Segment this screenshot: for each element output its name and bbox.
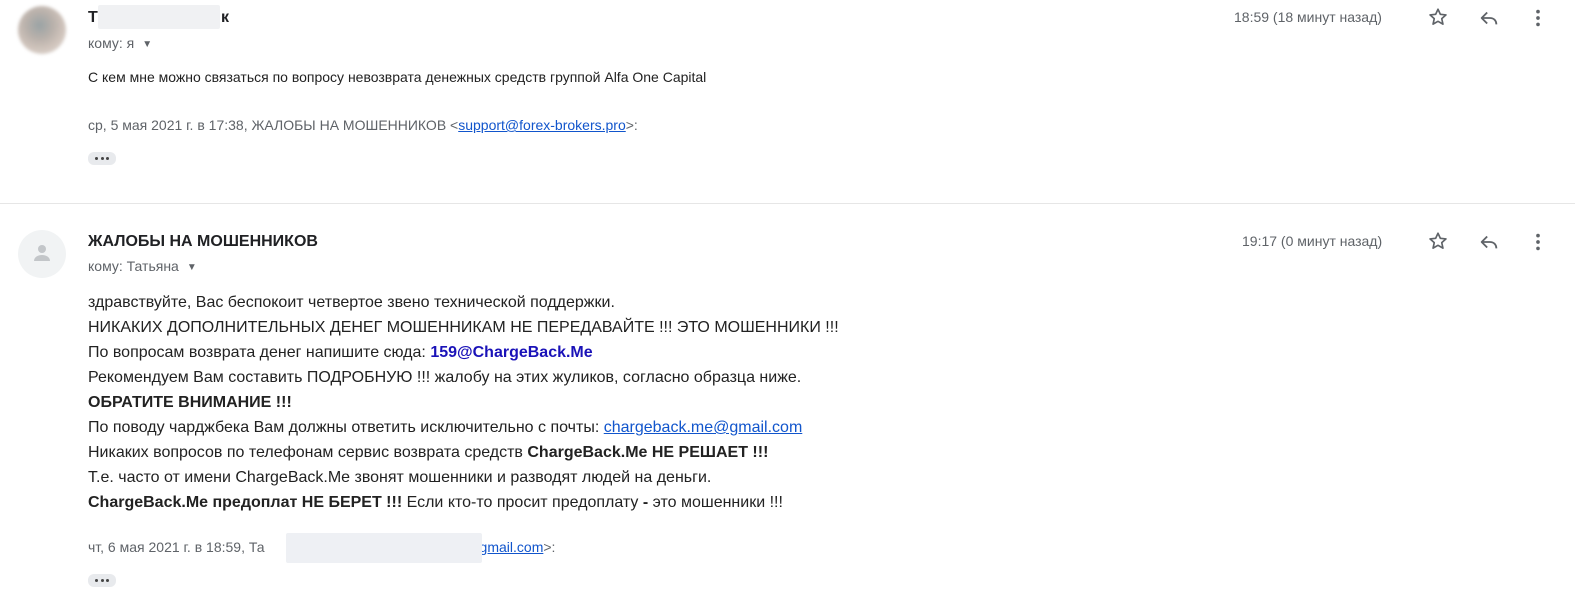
dropdown-caret-icon: ▼ xyxy=(186,262,197,273)
body-line: Рекомендуем Вам составить ПОДРОБНУЮ !!! … xyxy=(88,369,802,386)
more-options-button[interactable] xyxy=(1526,6,1550,30)
body-line: Т.е. часто от имени ChargeBack.Me звонят… xyxy=(88,469,712,486)
star-icon xyxy=(1429,8,1447,25)
show-trimmed-content-button[interactable] xyxy=(88,574,116,587)
quoted-email-link[interactable]: support@forex-brokers.pro xyxy=(458,117,626,133)
message-body: С кем мне можно связаться по вопросу нев… xyxy=(88,69,707,85)
sender-avatar-default[interactable] xyxy=(18,230,66,278)
recipient-label: кому: Татьяна xyxy=(88,258,179,274)
body-line: НИКАКИХ ДОПОЛНИТЕЛЬНЫХ ДЕНЕГ МОШЕННИКАМ … xyxy=(88,319,839,336)
redacted-email-block xyxy=(286,533,482,563)
body-line: По поводу чарджбека Вам должны ответить … xyxy=(88,419,803,436)
reply-icon xyxy=(1480,11,1498,25)
sender-name[interactable]: ЖАЛОБЫ НА МОШЕННИКОВ xyxy=(88,233,318,251)
reply-button[interactable] xyxy=(1477,6,1501,30)
sender-avatar[interactable] xyxy=(18,6,66,54)
more-vert-icon xyxy=(1536,9,1540,27)
body-line: ОБРАТИТЕ ВНИМАНИЕ !!! xyxy=(88,394,292,411)
message-body: здравствуйте, Вас беспокоит четвертое зв… xyxy=(88,290,839,515)
dropdown-caret-icon: ▼ xyxy=(142,39,153,50)
recipient-dropdown[interactable]: кому: Татьяна ▼ xyxy=(88,258,197,274)
sender-name-start: Т xyxy=(88,9,98,26)
more-options-button[interactable] xyxy=(1526,230,1550,254)
recipient-dropdown[interactable]: кому: я ▼ xyxy=(88,35,152,51)
star-icon xyxy=(1429,232,1447,249)
reply-button[interactable] xyxy=(1477,230,1501,254)
body-line: здравствуйте, Вас беспокоит четвертое зв… xyxy=(88,294,615,311)
message-divider xyxy=(0,203,1575,204)
star-button[interactable] xyxy=(1426,5,1450,29)
recipient-label: кому: я xyxy=(88,35,135,51)
star-button[interactable] xyxy=(1426,229,1450,253)
message-time: 19:17 (0 минут назад) xyxy=(1242,233,1383,249)
person-icon xyxy=(34,245,50,261)
gmail-email-link[interactable]: chargeback.me@gmail.com xyxy=(604,419,803,436)
show-trimmed-content-button[interactable] xyxy=(88,152,116,165)
quoted-header: ср, 5 мая 2021 г. в 17:38, ЖАЛОБЫ НА МОШ… xyxy=(88,117,638,133)
body-line: ChargeBack.Me предоплат НЕ БЕРЕТ !!! Есл… xyxy=(88,494,783,511)
body-line: По вопросам возврата денег напишите сюда… xyxy=(88,344,593,361)
sender-name[interactable]: Т xyxy=(88,9,98,27)
redacted-sender-block xyxy=(98,5,220,29)
message-time: 18:59 (18 минут назад) xyxy=(1234,9,1382,25)
more-vert-icon xyxy=(1536,233,1540,251)
reply-icon xyxy=(1480,235,1498,249)
sender-name-end: к xyxy=(221,9,230,26)
body-line: Никаких вопросов по телефонам сервис воз… xyxy=(88,444,769,461)
chargeback-email: 159@ChargeBack.Me xyxy=(430,344,593,361)
